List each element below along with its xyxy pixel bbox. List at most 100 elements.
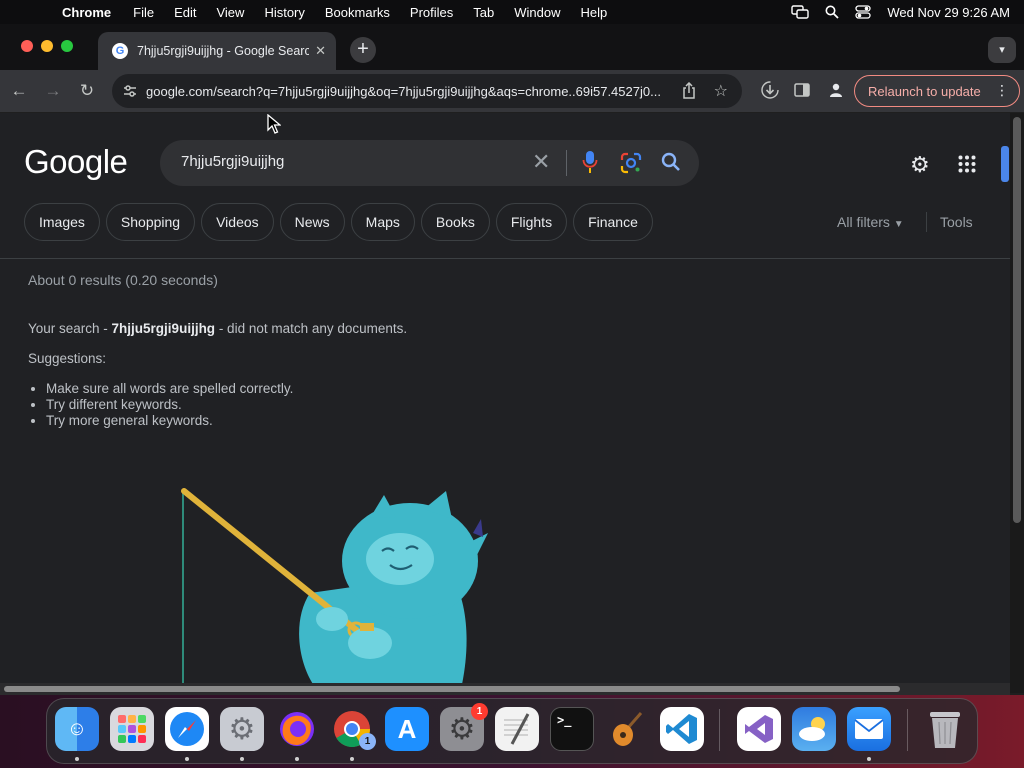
vertical-scrollbar-track — [1010, 113, 1024, 693]
menu-view[interactable]: View — [206, 5, 254, 20]
no-match-prefix: Your search - — [28, 321, 112, 336]
running-indicator — [185, 757, 189, 761]
dock: ☺ ⚙ 1 A ⚙ 1 >_ — [46, 698, 978, 764]
chip-maps[interactable]: Maps — [350, 203, 415, 241]
share-icon[interactable] — [682, 82, 696, 100]
browser-toolbar: ← → ↻ google.com/search?q=7hjju5rgji9uij… — [0, 70, 1024, 112]
chip-books[interactable]: Books — [420, 203, 490, 241]
tab-strip: G 7hjju5rgji9uijjhg - Google Search ✕ + … — [0, 24, 1024, 70]
menu-bar: Chrome File Edit View History Bookmarks … — [0, 0, 1024, 24]
chip-finance[interactable]: Finance — [573, 203, 653, 241]
menu-profiles[interactable]: Profiles — [400, 5, 463, 20]
running-indicator — [75, 757, 79, 761]
vscode-icon[interactable] — [660, 707, 704, 751]
menu-file[interactable]: File — [123, 5, 164, 20]
screen-mirroring-icon[interactable] — [791, 5, 810, 19]
chip-shopping[interactable]: Shopping — [105, 203, 196, 241]
search-box[interactable]: 7hjju5rgji9uijjhg ✕ — [160, 140, 699, 186]
window-minimize-button[interactable] — [41, 40, 53, 52]
result-stats: About 0 results (0.20 seconds) — [28, 272, 218, 288]
chip-videos[interactable]: Videos — [201, 203, 274, 241]
tools-button[interactable]: Tools — [940, 214, 973, 230]
window-close-button[interactable] — [21, 40, 33, 52]
running-indicator — [350, 757, 354, 761]
textedit-icon[interactable] — [495, 707, 539, 751]
trash-can-icon — [930, 712, 960, 748]
app-store-icon[interactable]: A — [385, 707, 429, 751]
chrome-icon[interactable]: 1 — [330, 707, 376, 751]
bookmark-star-icon[interactable]: ☆ — [714, 81, 728, 101]
visual-studio-logo-icon — [745, 715, 773, 743]
menu-app-name[interactable]: Chrome — [52, 5, 123, 20]
safari-compass-icon — [170, 712, 204, 746]
garageband-icon[interactable] — [605, 707, 649, 751]
new-tab-button[interactable]: + — [350, 37, 376, 63]
dock-separator — [719, 709, 720, 751]
vertical-scrollbar-thumb[interactable] — [1013, 117, 1021, 523]
address-bar[interactable]: google.com/search?q=7hjju5rgji9uijjhg&oq… — [112, 74, 742, 108]
tab-title: 7hjju5rgji9uijjhg - Google Search — [137, 44, 310, 58]
mail-icon[interactable] — [847, 707, 891, 751]
site-info-icon[interactable] — [122, 83, 138, 99]
menubar-clock[interactable]: Wed Nov 29 9:26 AM — [887, 5, 1010, 20]
forward-button[interactable]: → — [41, 79, 65, 103]
google-apps-icon[interactable] — [958, 155, 976, 173]
system-settings-icon[interactable]: ⚙ 1 — [440, 703, 488, 751]
weather-icon[interactable] — [792, 707, 836, 751]
google-lens-icon[interactable] — [620, 152, 642, 174]
chrome-update-badge: 1 — [359, 733, 376, 750]
terminal-icon[interactable]: >_ — [550, 707, 594, 751]
chip-flights[interactable]: Flights — [495, 203, 568, 241]
reload-button[interactable]: ↻ — [75, 79, 99, 103]
web-page: Google 7hjju5rgji9uijjhg ✕ ⚙ Images Shop… — [0, 113, 1010, 683]
suggestions-list: Make sure all words are spelled correctl… — [46, 381, 293, 429]
finder-icon[interactable]: ☺ — [55, 707, 99, 751]
trash-icon[interactable] — [923, 707, 967, 751]
back-button[interactable]: ← — [7, 79, 31, 103]
search-input[interactable]: 7hjju5rgji9uijjhg — [181, 153, 284, 170]
voice-search-icon[interactable] — [582, 150, 598, 174]
window-zoom-button[interactable] — [61, 40, 73, 52]
menu-edit[interactable]: Edit — [164, 5, 206, 20]
profile-icon[interactable] — [828, 82, 844, 98]
firefox-icon[interactable] — [275, 707, 319, 751]
settings-gear-icon[interactable]: ⚙ — [910, 152, 930, 178]
search-filter-chips: Images Shopping Videos News Maps Books F… — [24, 203, 653, 241]
visual-studio-icon[interactable] — [737, 707, 781, 751]
menu-history[interactable]: History — [254, 5, 314, 20]
relaunch-label: Relaunch to update — [868, 83, 981, 99]
launchpad-icon[interactable] — [110, 707, 154, 751]
mail-envelope-icon — [854, 719, 884, 739]
suggestion-item: Try more general keywords. — [46, 413, 293, 429]
suggestion-item: Make sure all words are spelled correctl… — [46, 381, 293, 397]
firefox-logo-icon — [280, 712, 314, 746]
tab-google-search[interactable]: G 7hjju5rgji9uijjhg - Google Search ✕ — [98, 32, 336, 70]
relaunch-to-update-button[interactable]: Relaunch to update ⋮ — [854, 75, 1020, 107]
menu-tab[interactable]: Tab — [463, 5, 504, 20]
tab-search-button[interactable]: ▾ — [988, 37, 1016, 63]
menu-bookmarks[interactable]: Bookmarks — [315, 5, 400, 20]
header-divider — [0, 258, 1010, 259]
system-preferences-gear-icon[interactable]: ⚙ — [220, 707, 264, 751]
menu-window[interactable]: Window — [504, 5, 570, 20]
chip-images[interactable]: Images — [24, 203, 100, 241]
spotlight-search-icon[interactable] — [825, 5, 840, 19]
system-settings-badge: 1 — [471, 703, 488, 720]
mouse-cursor-icon — [267, 114, 281, 134]
side-panel-icon[interactable] — [794, 82, 810, 98]
more-menu-icon[interactable]: ⋮ — [995, 82, 1009, 99]
textedit-pen-icon — [504, 713, 530, 745]
search-submit-icon[interactable] — [660, 151, 682, 173]
menu-help[interactable]: Help — [571, 5, 618, 20]
clear-search-icon[interactable]: ✕ — [532, 149, 550, 175]
all-filters-dropdown[interactable]: All filters ▼ — [837, 214, 904, 230]
safari-icon[interactable] — [165, 707, 209, 751]
account-avatar-partial[interactable] — [1001, 146, 1009, 182]
google-logo[interactable]: Google — [24, 143, 128, 181]
url-text[interactable]: google.com/search?q=7hjju5rgji9uijjhg&oq… — [146, 84, 674, 99]
horizontal-scrollbar-thumb[interactable] — [4, 686, 900, 692]
download-icon[interactable] — [760, 80, 780, 100]
chip-news[interactable]: News — [279, 203, 345, 241]
tab-close-icon[interactable]: ✕ — [315, 43, 326, 59]
control-center-icon[interactable] — [855, 5, 872, 19]
